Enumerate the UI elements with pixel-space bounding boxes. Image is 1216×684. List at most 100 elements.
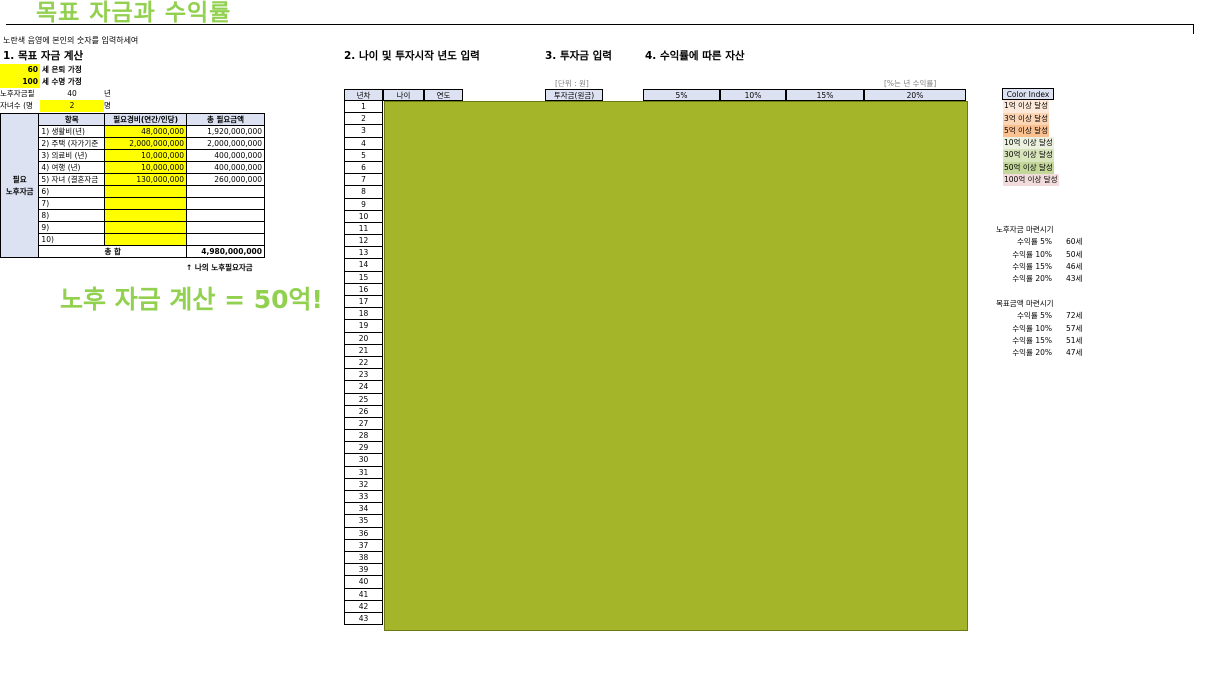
row-cost-input[interactable] (104, 185, 188, 198)
year-index-cell: 24 (344, 381, 383, 394)
age-value: 43세 (1066, 274, 1083, 284)
row-item: 6) (38, 185, 106, 198)
section-4-heading: 4. 수익률에 따른 자산 (645, 50, 745, 62)
age-value: 57세 (1066, 323, 1083, 333)
title-divider (6, 24, 1194, 34)
rate-label: 수익률 10% (1012, 323, 1052, 333)
year-index-cell: 31 (344, 466, 383, 479)
header-rate-5: 5% (643, 89, 720, 101)
row-cost-input[interactable] (104, 221, 188, 234)
age-value: 72세 (1066, 311, 1083, 321)
row-item: 2) 주택 (자가기준 (38, 137, 106, 150)
row-total: 260,000,000 (186, 173, 265, 186)
row-cost-input[interactable] (104, 209, 188, 222)
years-label: 노후자금필 (0, 89, 35, 98)
year-index-cell: 34 (344, 503, 383, 516)
year-index-cell: 42 (344, 600, 383, 613)
year-index-cell: 38 (344, 551, 383, 565)
row-total: 1,920,000,000 (186, 125, 265, 138)
retire-age-input[interactable]: 60 (0, 64, 40, 76)
year-index-cell: 32 (344, 478, 383, 491)
unit-note: [단위 : 원] (555, 79, 589, 88)
table-footnote: ↑ 나의 노후필요자금 (186, 263, 253, 272)
target-fund-block: 목표금액 마련시기 수익률 5% 72세 수익률 10% 57세수익률 15% 51세 수… (996, 298, 1096, 359)
color-index-item: 100억 이상 달성 (1003, 174, 1059, 187)
retire-fund-list: 수익률 5% 60세 수익률 10% 50세 수익률 15% 46세 수익률 20% 43세 (996, 236, 1096, 285)
list-item: 수익률 20% 43세 (996, 273, 1096, 285)
year-index-cell: 6 (344, 161, 383, 175)
asset-projection-area (384, 101, 968, 631)
year-index-cell: 9 (344, 198, 383, 211)
years-value: 40 (67, 89, 77, 98)
year-index-cell: 2 (344, 113, 383, 126)
section-3-heading: 3. 투자금 입력 (545, 50, 612, 62)
row-cost-input[interactable]: 2,000,000,000 (104, 137, 188, 150)
rate-note: [%는 년 수익률] (884, 79, 937, 88)
retire-fund-title: 노후자금 마련시기 (996, 225, 1054, 234)
section-2-heading: 2. 나이 및 투자시작 년도 입력 (344, 50, 480, 62)
table-row: 9) (1, 221, 265, 234)
header-rate-10: 10% (720, 89, 786, 101)
year-index-cell: 11 (344, 222, 383, 236)
color-index-item: 5억 이상 달성 (1003, 124, 1050, 138)
year-index-cell: 28 (344, 430, 383, 443)
side-label-cell: 필요 노후자금 (0, 113, 40, 258)
rate-label: 수익률 10% (1012, 249, 1052, 259)
table-row: 6) (1, 185, 265, 198)
row-total: 400,000,000 (186, 161, 265, 174)
row-item: 10) (38, 233, 106, 246)
year-index-cell: 19 (344, 320, 383, 333)
target-fund-list: 수익률 5% 72세 수익률 10% 57세수익률 15% 51세 수익률 20% 47세 (996, 310, 1096, 359)
year-index-cell: 12 (344, 235, 383, 248)
expense-table: 필요 노후자금 항목 필요경비(연간/인당) 총 필요금액 1) 생활비(년) 4… (0, 113, 265, 258)
year-index-cell: 39 (344, 564, 383, 577)
year-index-cell: 35 (344, 515, 383, 528)
row-cost-input[interactable]: 10,000,000 (104, 161, 188, 174)
list-item: 수익률 20% 47세 (996, 347, 1096, 359)
color-index-item: 10억 이상 달성 (1003, 137, 1054, 150)
retirement-fund-note: 노후 자금 계산 = 50억! (60, 285, 323, 314)
row-total: 400,000,000 (186, 149, 265, 162)
year-index-cell: 5 (344, 149, 383, 162)
table-row: 5) 자녀 (결혼자금 130,000,000 260,000,000 (1, 173, 265, 186)
header-year: 연도 (424, 89, 463, 101)
year-index-cell: 23 (344, 369, 383, 382)
color-index-list: 1억 이상 달성 3억 이상 달성 5억 이상 달성 10억 이상 달성 30억 이상 … (1002, 100, 1060, 187)
row-cost-input[interactable] (104, 233, 188, 246)
header-total: 총 필요금액 (186, 113, 265, 126)
year-index-cell: 20 (344, 332, 383, 345)
list-item: 수익률 5% 72세 (996, 310, 1096, 322)
list-item: 수익률 5% 60세 (996, 236, 1096, 248)
row-cost-input[interactable] (104, 197, 188, 210)
year-index-cell: 15 (344, 271, 383, 284)
year-index-cell: 43 (344, 612, 383, 626)
kids-input[interactable]: 2 (40, 100, 104, 112)
row-cost-input[interactable]: 130,000,000 (104, 173, 188, 186)
kids-unit: 명 (104, 101, 111, 110)
row-item: 7) (38, 197, 106, 210)
target-fund-title: 목표금액 마련시기 (996, 299, 1054, 308)
color-index: Color Index 1억 이상 달성 3억 이상 달성 5억 이상 달성 10억 … (1002, 88, 1060, 187)
year-index-cell: 18 (344, 308, 383, 321)
age-value: 46세 (1066, 261, 1083, 271)
header-rate-20: 20% (864, 89, 966, 101)
row-cost-input[interactable]: 48,000,000 (104, 125, 188, 138)
list-item: 수익률 15% 51세 (996, 335, 1096, 347)
retire-age-label: 세 은퇴 가정 (42, 65, 82, 74)
kids-label: 자녀수 (명 (0, 101, 33, 110)
row-cost-input[interactable]: 10,000,000 (104, 149, 188, 162)
header-cost: 필요경비(연간/인당) (104, 113, 188, 126)
row-item: 4) 여행 (년) (38, 161, 106, 174)
year-index-cell: 3 (344, 125, 383, 138)
row-total: 2,000,000,000 (186, 137, 265, 150)
header-age: 나이 (383, 89, 424, 101)
year-index-cell: 40 (344, 576, 383, 589)
life-age-input[interactable]: 100 (0, 76, 40, 88)
row-item: 9) (38, 221, 106, 234)
year-index-cell: 1 (344, 101, 383, 114)
color-index-item: 30억 이상 달성 (1003, 149, 1054, 162)
header-rate-15: 15% (786, 89, 864, 101)
retire-fund-block: 노후자금 마련시기 수익률 5% 60세 수익률 10% 50세 수익률 15% 46세 수… (996, 224, 1096, 285)
sum-label: 총 합 (38, 245, 188, 258)
year-index-cell: 8 (344, 186, 383, 199)
